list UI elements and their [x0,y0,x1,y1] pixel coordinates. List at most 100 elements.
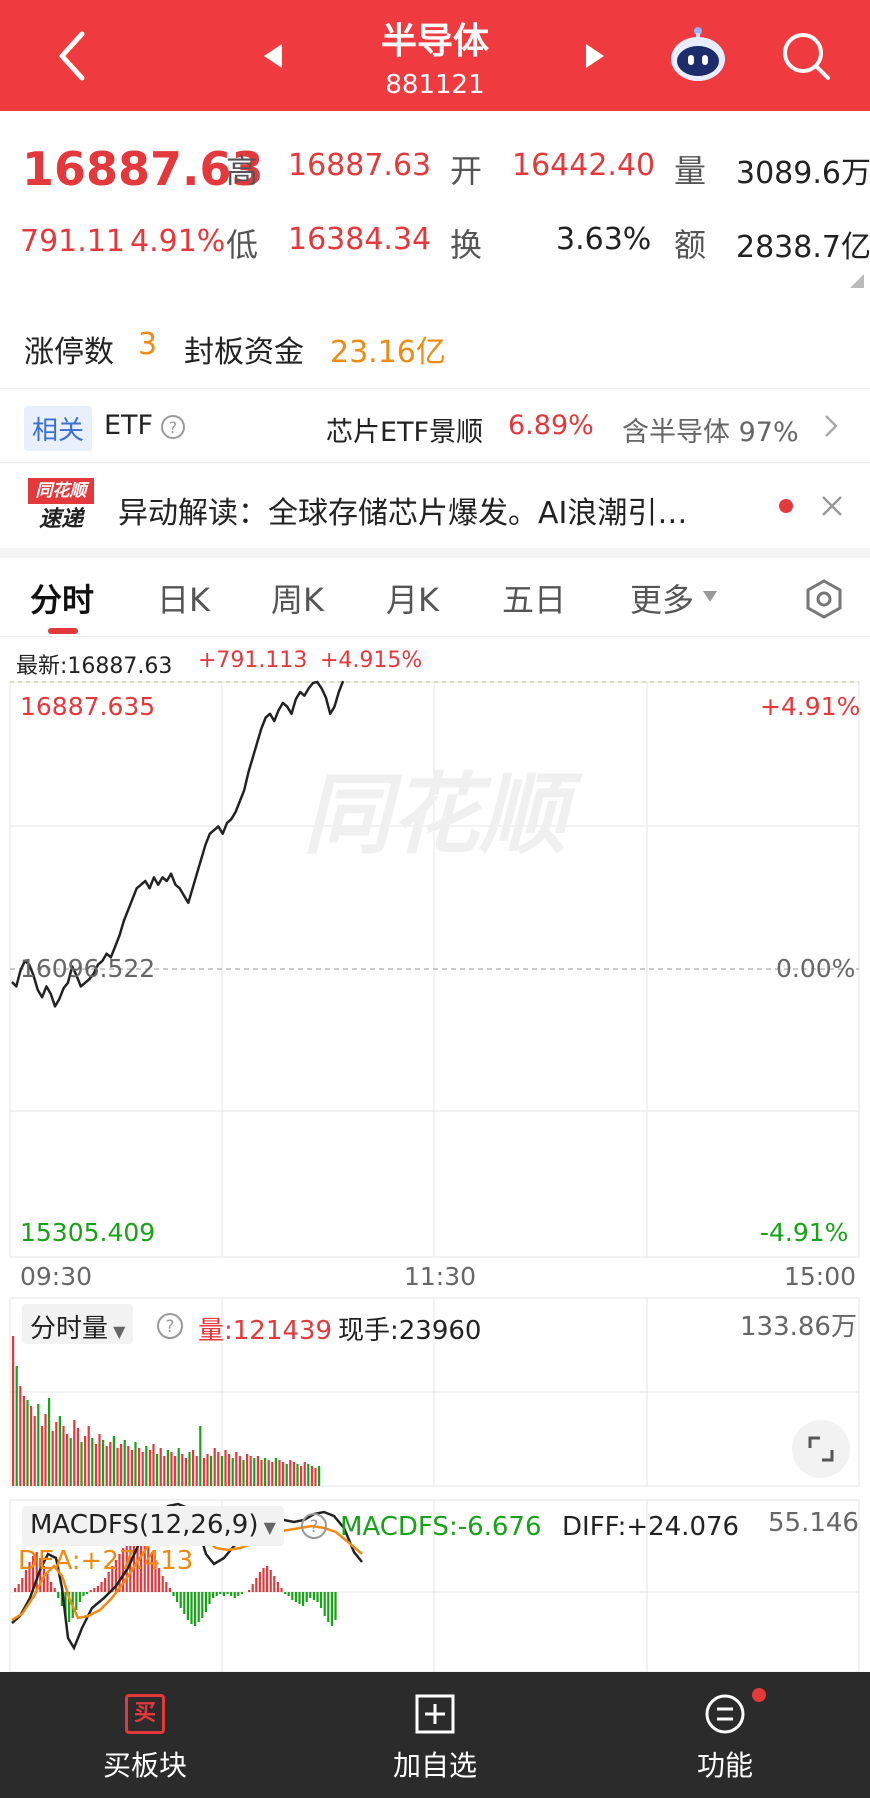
macd-bar [327,1592,330,1622]
volume-bar [58,1416,61,1486]
macd-selector[interactable]: MACDFS(12,26,9) ▼ [22,1506,284,1546]
tab-intraday[interactable]: 分时 [30,575,94,621]
macd-bar [208,1592,211,1604]
volume-bar [260,1460,263,1486]
high-value: 16887.63 [288,148,432,183]
divider [0,388,870,389]
macd-bar [334,1592,337,1620]
amount-label: 额 [674,226,707,264]
seal-fund-label: 封板资金 [184,335,304,370]
close-icon[interactable] [820,494,844,518]
functions-label: 功能 [696,1749,753,1782]
volume-selector[interactable]: 分时量 ▼ [22,1304,134,1344]
macd-bar [168,1588,171,1592]
macd-bar [46,1574,49,1592]
volume-bar [278,1460,281,1486]
macd-bar [86,1592,89,1594]
volume-bar [102,1440,105,1486]
add-watchlist-button[interactable]: 加自选 [290,1672,580,1798]
tab-weekly-k[interactable]: 周K [271,575,324,621]
macd-bar [14,1588,17,1592]
functions-button[interactable]: 功能 [580,1672,870,1798]
dropdown-triangle-icon: ▼ [113,1322,126,1341]
macd-bar [309,1592,312,1598]
macd-bar [96,1586,99,1592]
macd-bar [186,1592,189,1620]
open-label: 开 [450,152,483,190]
volume-label: 量 [674,152,707,190]
macd-bar [104,1578,107,1592]
volume-bar [109,1442,112,1486]
volume-bar [174,1456,177,1486]
volume-bar [130,1450,133,1486]
macd-bar [262,1568,265,1592]
buy-sector-button[interactable]: 买 买板块 [0,1672,290,1798]
volume-bar [12,1336,15,1486]
macd-bar [179,1592,182,1608]
turnover-value: 3.63% [556,222,652,257]
macd-bar [183,1592,186,1614]
tab-five-day[interactable]: 五日 [502,575,566,621]
etf-label: ETF [104,410,154,441]
ths-news-logo: 同花顺 速递 [28,478,94,534]
macd-bar [219,1592,222,1594]
volume-selector-label: 分时量 [30,1314,109,1344]
robot-assistant-icon[interactable] [668,25,728,85]
buy-sector-label: 买板块 [102,1749,187,1782]
volume-bars [12,1336,321,1486]
add-square-icon [415,1694,455,1734]
volume-bar [145,1446,148,1486]
price-change: 791.11 [20,224,125,259]
volume-bar [235,1452,238,1486]
macd-bar [330,1592,333,1626]
volume-bar [282,1462,285,1486]
macd-bar [197,1592,200,1622]
macd-bar [50,1582,53,1592]
macd-bar [212,1592,215,1598]
help-icon[interactable]: ? [160,414,186,440]
settings-hexagon-icon[interactable] [804,578,844,620]
time-label-mid: 11:30 [404,1262,477,1291]
tab-monthly-k[interactable]: 月K [386,575,439,621]
notification-dot [752,1688,766,1702]
volume-bar [199,1426,202,1486]
volume-bar [15,1366,18,1486]
news-text[interactable]: 异动解读：全球存储芯片爆发。AI浪潮引… [118,488,758,532]
macd-bar [17,1584,20,1592]
volume-bar [163,1456,166,1486]
volume-bar [84,1436,87,1486]
dropdown-triangle-icon: ▼ [263,1518,276,1537]
volume-bar [44,1414,47,1486]
volume-bar [224,1450,227,1486]
volume-bar [170,1452,173,1486]
macd-bar [312,1592,315,1600]
volume-bar [296,1464,299,1486]
search-icon[interactable] [780,30,832,82]
macd-bar [305,1592,308,1602]
help-icon[interactable]: ? [156,1312,184,1340]
volume-bar [300,1466,303,1486]
macd-bar [53,1588,56,1592]
volume-bar [116,1448,119,1486]
tab-more[interactable]: 更多 [630,575,694,621]
volume-bar [19,1386,22,1486]
volume-bar [249,1456,252,1486]
macd-bar [172,1592,175,1596]
volume-bar [271,1462,274,1486]
volume-bar [181,1454,184,1486]
turnover-label: 换 [450,226,483,264]
low-label: 低 [226,226,259,264]
volume-bar [120,1444,123,1486]
volume-bar [76,1428,79,1486]
tab-daily-k[interactable]: 日K [157,575,210,621]
volume-bar [62,1426,65,1486]
volume-bar [264,1458,267,1486]
expand-corner-icon[interactable] [850,274,864,288]
fullscreen-button[interactable] [792,1420,850,1478]
active-tab-indicator [48,628,78,634]
macd-bar [276,1582,279,1592]
volume-bar [307,1464,310,1486]
chevron-right-icon[interactable] [822,412,840,440]
next-stock-icon[interactable] [584,42,606,70]
help-icon[interactable]: ? [300,1512,328,1540]
